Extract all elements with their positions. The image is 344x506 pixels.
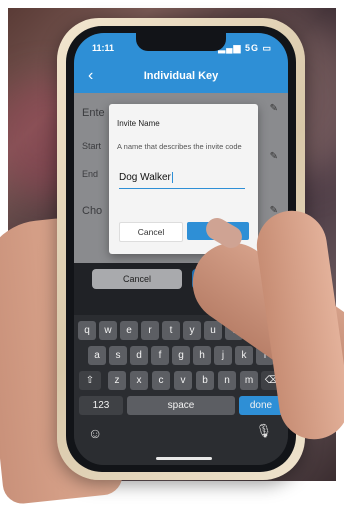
input-underline	[119, 188, 245, 189]
space-key[interactable]: space	[127, 396, 235, 415]
key-m[interactable]: m	[240, 371, 258, 390]
choose-label: Cho	[82, 205, 103, 217]
text-caret	[171, 172, 173, 183]
status-signal: ▂▄▆ 5G ▭	[218, 43, 272, 53]
key-s[interactable]: s	[109, 346, 127, 365]
key-r[interactable]: r	[141, 321, 159, 340]
pencil-icon[interactable]: ✎	[270, 103, 278, 114]
microphone-icon[interactable]: 🎙	[255, 423, 272, 439]
shift-icon[interactable]: ⇧	[79, 371, 101, 390]
dialog-cancel-button[interactable]: Cancel	[119, 222, 183, 242]
start-label: Start	[82, 141, 102, 151]
invite-name-input[interactable]: Dog Walker	[119, 172, 245, 183]
key-c[interactable]: c	[152, 371, 170, 390]
numbers-key[interactable]: 123	[79, 396, 123, 415]
cancel-button[interactable]: Cancel	[92, 269, 182, 289]
done-key[interactable]: done	[239, 396, 283, 415]
dialog-title: Invite Name	[117, 119, 160, 128]
key-k[interactable]: k	[235, 346, 253, 365]
key-n[interactable]: n	[218, 371, 236, 390]
keyboard-row: asdfghjkl	[74, 346, 288, 366]
home-indicator	[156, 457, 212, 460]
key-j[interactable]: j	[214, 346, 232, 365]
key-f[interactable]: f	[151, 346, 169, 365]
key-u[interactable]: u	[204, 321, 222, 340]
app-bar: ‹ Individual Key	[74, 61, 288, 93]
key-y[interactable]: y	[183, 321, 201, 340]
status-time: 11:11	[92, 43, 115, 53]
dialog-description: A name that describes the invite code	[117, 142, 242, 151]
key-t[interactable]: t	[162, 321, 180, 340]
enter-label: Ente	[82, 107, 105, 119]
key-x[interactable]: x	[130, 371, 148, 390]
page-title: Individual Key	[143, 70, 219, 82]
key-a[interactable]: a	[88, 346, 106, 365]
key-g[interactable]: g	[172, 346, 190, 365]
pencil-icon[interactable]: ✎	[270, 151, 278, 162]
keyboard-row: 123 space done	[74, 396, 288, 416]
key-d[interactable]: d	[130, 346, 148, 365]
key-h[interactable]: h	[193, 346, 211, 365]
key-q[interactable]: q	[78, 321, 96, 340]
key-e[interactable]: e	[120, 321, 138, 340]
emoji-icon[interactable]: ☺	[88, 425, 102, 441]
status-bar: 11:11 ▂▄▆ 5G ▭	[74, 33, 288, 61]
end-label: End	[82, 169, 99, 179]
key-b[interactable]: b	[196, 371, 214, 390]
notch	[136, 33, 226, 51]
key-w[interactable]: w	[99, 321, 117, 340]
key-z[interactable]: z	[108, 371, 126, 390]
keyboard-row: ⇧ ⌫ zxcvbnm	[74, 371, 288, 391]
key-v[interactable]: v	[174, 371, 192, 390]
